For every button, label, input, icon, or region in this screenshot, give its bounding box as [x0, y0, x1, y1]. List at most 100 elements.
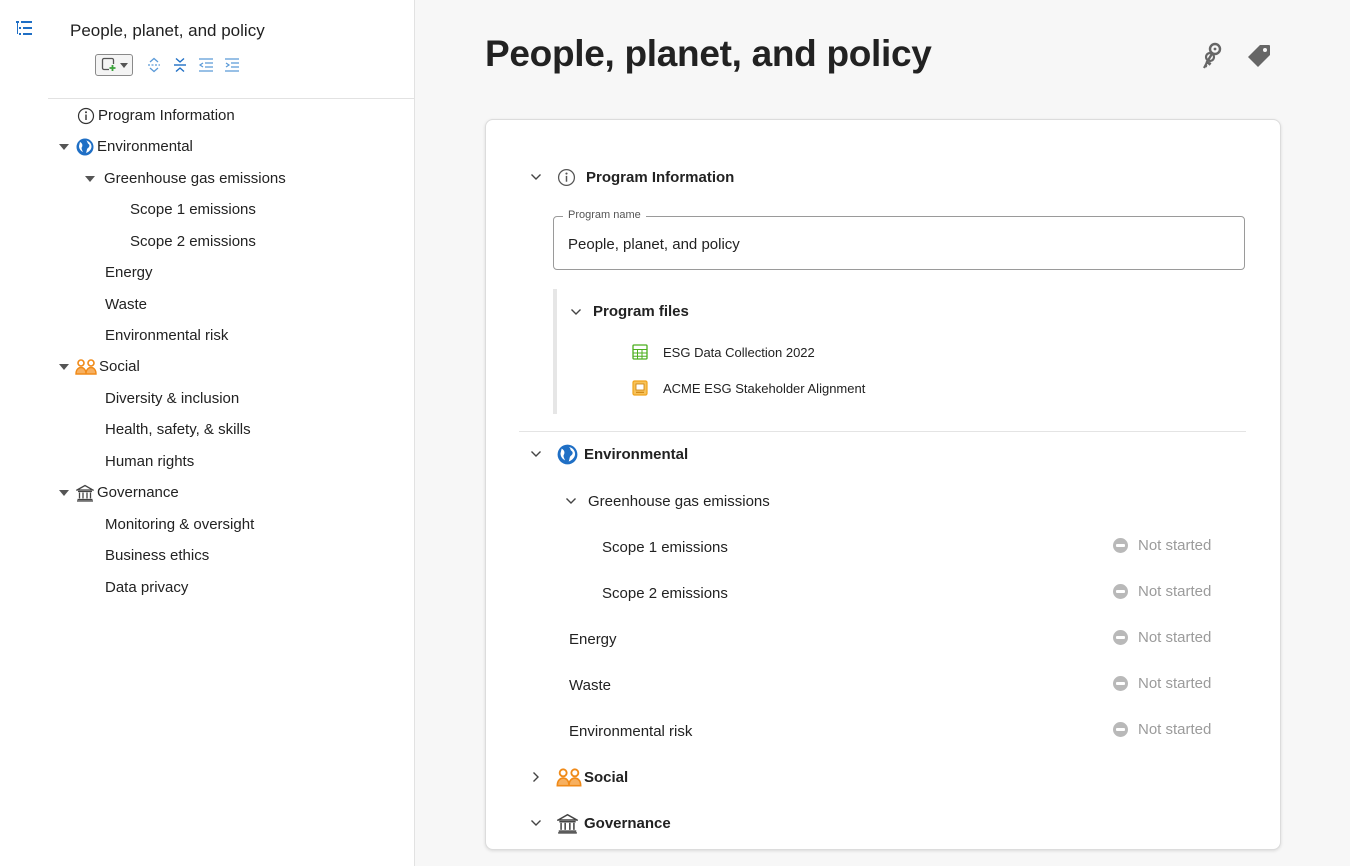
tree-item-label: Social	[99, 358, 140, 375]
status-badge[interactable]: Not started	[1113, 721, 1211, 738]
tree-item-environmental[interactable]: Environmental	[59, 131, 193, 162]
chevron-down-icon	[119, 62, 128, 68]
program-name-label: Program name	[563, 209, 646, 221]
governance-header[interactable]: Governance	[528, 812, 671, 834]
outline-divider	[48, 98, 414, 99]
chevron-down-icon[interactable]	[528, 169, 544, 185]
file-item[interactable]: ACME ESG Stakeholder Alignment	[632, 380, 865, 396]
status-text: Not started	[1138, 583, 1212, 600]
social-header[interactable]: Social	[528, 766, 628, 788]
tree-item-diversity[interactable]: Diversity & inclusion	[105, 383, 239, 414]
status-text: Not started	[1138, 537, 1212, 554]
section-divider	[519, 431, 1246, 432]
not-started-icon	[1113, 676, 1128, 691]
tree-item-label: Health, safety, & skills	[105, 421, 251, 438]
governance-heading: Governance	[584, 814, 671, 832]
not-started-icon	[1113, 538, 1128, 553]
social-heading: Social	[584, 768, 629, 786]
ghg-emissions-header[interactable]: Greenhouse gas emissions	[563, 489, 770, 513]
not-started-icon	[1113, 630, 1128, 645]
chevron-down-icon[interactable]	[528, 446, 544, 462]
tree-item-energy[interactable]: Energy	[105, 257, 153, 288]
task-label: Energy	[569, 630, 617, 648]
caret-down-icon[interactable]	[59, 489, 69, 496]
tree-item-business-ethics[interactable]: Business ethics	[105, 540, 209, 571]
not-started-icon	[1113, 584, 1128, 599]
chevron-down-icon[interactable]	[568, 304, 584, 320]
page-title: People, planet, and policy	[485, 33, 932, 74]
status-badge[interactable]: Not started	[1113, 629, 1211, 646]
task-row-environmental-risk[interactable]: Environmental risk	[569, 719, 692, 743]
tree-item-label: Governance	[97, 484, 179, 501]
file-name: ESG Data Collection 2022	[663, 344, 815, 360]
collapse-all-icon[interactable]	[169, 54, 191, 76]
program-info-heading: Program Information	[586, 168, 735, 186]
tag-icon[interactable]	[1245, 42, 1273, 70]
file-item[interactable]: ESG Data Collection 2022	[632, 344, 815, 360]
outline-title: People, planet, and policy	[70, 21, 265, 40]
indent-icon[interactable]	[221, 54, 243, 76]
outline-toolbar	[95, 53, 243, 77]
tree-item-data-privacy[interactable]: Data privacy	[105, 572, 188, 603]
tree-item-waste[interactable]: Waste	[105, 289, 147, 320]
chevron-down-icon[interactable]	[563, 493, 579, 509]
tree-item-label: Environmental risk	[105, 327, 229, 344]
tree-item-label: Scope 1 emissions	[130, 201, 256, 218]
tree-item-program-information[interactable]: Program Information	[76, 100, 235, 131]
tree-item-label: Business ethics	[105, 547, 210, 564]
tree-item-monitoring[interactable]: Monitoring & oversight	[105, 509, 254, 540]
add-item-button[interactable]	[95, 54, 133, 76]
environmental-header[interactable]: Environmental	[528, 443, 688, 465]
task-label: Scope 2 emissions	[602, 584, 728, 602]
program-name-input[interactable]	[568, 236, 1228, 253]
not-started-icon	[1113, 722, 1128, 737]
tree-item-label: Waste	[105, 296, 147, 313]
tree-item-governance[interactable]: Governance	[59, 477, 179, 508]
presentation-icon	[632, 380, 648, 396]
outline-panel: People, planet, and policy Program Infor…	[48, 0, 415, 866]
task-label: Waste	[569, 676, 611, 694]
task-row-energy[interactable]: Energy	[569, 627, 617, 651]
status-text: Not started	[1138, 675, 1212, 692]
tree-item-social[interactable]: Social	[59, 351, 140, 382]
tree-item-label: Human rights	[105, 453, 195, 470]
task-row-waste[interactable]: Waste	[569, 673, 611, 697]
left-rail	[0, 0, 49, 866]
tree-item-human-rights[interactable]: Human rights	[105, 446, 194, 477]
program-files-header[interactable]: Program files	[568, 303, 689, 320]
outline-toggle-icon[interactable]	[14, 18, 34, 38]
globe-icon	[556, 443, 578, 465]
files-group-bar	[553, 289, 557, 414]
people-icon	[75, 357, 97, 377]
task-label: Scope 1 emissions	[602, 538, 728, 556]
file-name: ACME ESG Stakeholder Alignment	[663, 380, 866, 396]
info-icon	[556, 167, 576, 187]
tree-item-environmental-risk[interactable]: Environmental risk	[105, 320, 228, 351]
status-badge[interactable]: Not started	[1113, 675, 1211, 692]
info-icon	[76, 106, 96, 126]
status-text: Not started	[1138, 629, 1212, 646]
task-label: Environmental risk	[569, 722, 693, 740]
tree-item-scope-2[interactable]: Scope 2 emissions	[130, 226, 256, 257]
program-files-heading: Program files	[593, 303, 689, 320]
task-row-scope-1[interactable]: Scope 1 emissions	[602, 535, 728, 559]
tree-item-label: Scope 2 emissions	[130, 233, 256, 250]
outdent-icon[interactable]	[195, 54, 217, 76]
keys-icon[interactable]	[1198, 42, 1226, 70]
chevron-down-icon[interactable]	[528, 815, 544, 831]
chevron-right-icon[interactable]	[528, 769, 544, 785]
caret-down-icon[interactable]	[85, 175, 95, 182]
environmental-heading: Environmental	[584, 445, 689, 463]
expand-all-icon[interactable]	[143, 54, 165, 76]
tree-item-label: Program Information	[98, 107, 235, 124]
status-badge[interactable]: Not started	[1113, 537, 1211, 554]
tree-item-scope-1[interactable]: Scope 1 emissions	[130, 194, 256, 225]
tree-item-health-safety[interactable]: Health, safety, & skills	[105, 414, 251, 445]
program-name-field[interactable]: Program name	[553, 209, 1245, 270]
caret-down-icon[interactable]	[59, 363, 69, 370]
caret-down-icon[interactable]	[59, 143, 69, 150]
program-info-header[interactable]: Program Information	[528, 167, 734, 187]
task-row-scope-2[interactable]: Scope 2 emissions	[602, 581, 728, 605]
tree-item-ghg-emissions[interactable]: Greenhouse gas emissions	[85, 163, 286, 194]
status-badge[interactable]: Not started	[1113, 583, 1211, 600]
